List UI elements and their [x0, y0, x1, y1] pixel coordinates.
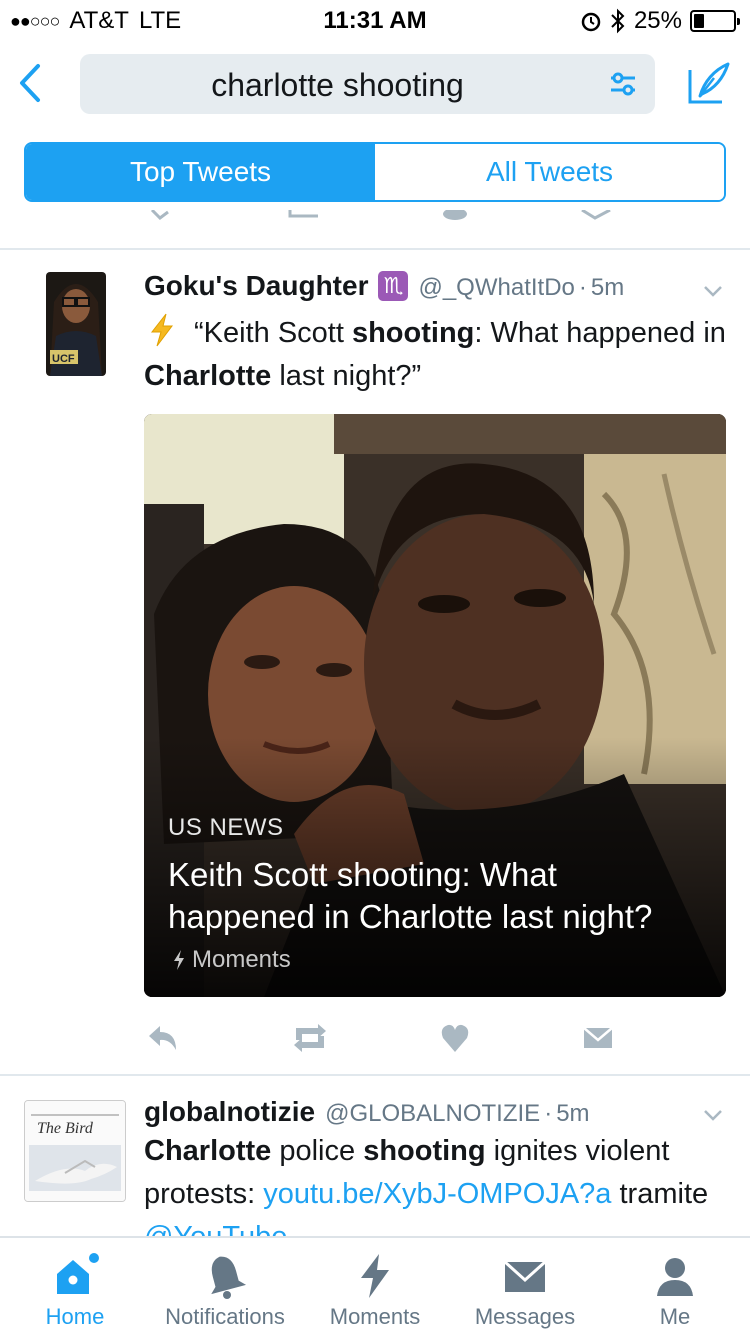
- tab-moments[interactable]: Moments: [300, 1238, 450, 1334]
- text-part: : What happened in: [474, 317, 726, 349]
- divider: [0, 248, 750, 250]
- tweet-time: 5m: [590, 274, 625, 301]
- tab-label: Notifications: [165, 1304, 285, 1329]
- tweet-actions: [144, 1020, 624, 1056]
- status-bar: ●●○○○ AT&T LTE 11:31 AM 25%: [0, 0, 750, 40]
- bottom-tab-bar: Home Notifications Moments Messages Me: [0, 1236, 750, 1334]
- card-headline: Keith Scott shooting: What happened in C…: [168, 856, 653, 935]
- alarm-icon: [581, 12, 601, 32]
- tab-notifications[interactable]: Notifications: [150, 1238, 300, 1334]
- lightning-emoji: [150, 313, 173, 347]
- tweet-header: globalnotizie @GLOBALNOTIZIE · 5m: [144, 1096, 730, 1128]
- card-category: US NEWS: [168, 814, 284, 841]
- search-header: charlotte shooting: [0, 40, 750, 128]
- lightning-icon: [174, 950, 184, 970]
- battery-fill: [694, 14, 704, 28]
- direct-message-icon[interactable]: [582, 1020, 614, 1056]
- tweet-filter-tabs: Top Tweets All Tweets: [24, 142, 726, 202]
- avatar[interactable]: UCF: [46, 272, 106, 376]
- text-part: police: [271, 1135, 364, 1167]
- text-part: tramite: [611, 1178, 709, 1210]
- highlighted-term: shooting: [363, 1135, 486, 1167]
- tab-label: Me: [659, 1304, 691, 1329]
- search-filter-icon[interactable]: [607, 68, 639, 100]
- scorpio-emoji: ♏: [378, 271, 409, 301]
- previous-tweet-actions: [0, 210, 750, 226]
- envelope-icon: [503, 1260, 547, 1292]
- battery-percent: 25%: [633, 7, 682, 34]
- card-source: Moments: [172, 946, 291, 974]
- tab-messages[interactable]: Messages: [450, 1238, 600, 1334]
- tweet-link[interactable]: youtu.be/XybJ-OMPOJA?a: [263, 1178, 611, 1210]
- tweet-time: 5m: [556, 1100, 590, 1127]
- svg-text:UCF: UCF: [52, 353, 75, 365]
- tweet-header: Goku's Daughter ♏ @_QWhatItDo · 5m: [144, 270, 730, 302]
- search-input[interactable]: charlotte shooting: [80, 54, 655, 114]
- home-icon: [57, 1253, 99, 1294]
- tab-home[interactable]: Home: [0, 1238, 150, 1334]
- avatar[interactable]: The Bird: [24, 1100, 126, 1202]
- compose-tweet-icon[interactable]: [684, 58, 732, 108]
- search-query: charlotte shooting: [211, 67, 464, 103]
- highlighted-term: Charlotte: [144, 1135, 272, 1167]
- moment-card[interactable]: US NEWS Keith Scott shooting: What happe…: [144, 414, 726, 997]
- person-icon: [657, 1258, 693, 1296]
- bell-icon: [211, 1256, 247, 1299]
- username[interactable]: @GLOBALNOTIZIE: [325, 1100, 540, 1128]
- tab-top-tweets[interactable]: Top Tweets: [26, 144, 375, 200]
- text-part: “Keith Scott: [194, 317, 352, 349]
- battery-icon: [690, 10, 740, 32]
- avatar-brand-text: The Bird: [37, 1120, 94, 1137]
- card-source-label: Moments: [192, 946, 291, 973]
- previous-tweet-action-icons: [150, 210, 611, 220]
- tab-label: Home: [45, 1304, 105, 1329]
- text-part: last night?”: [271, 360, 422, 392]
- display-name[interactable]: globalnotizie: [144, 1096, 315, 1128]
- tab-label: Moments: [329, 1304, 421, 1329]
- chevron-down-icon[interactable]: [702, 1104, 724, 1126]
- lightning-icon: [361, 1254, 389, 1298]
- retweet-icon[interactable]: [290, 1020, 330, 1056]
- back-arrow-icon[interactable]: [12, 58, 48, 108]
- tab-me[interactable]: Me: [600, 1238, 750, 1334]
- tab-label: Messages: [474, 1304, 576, 1329]
- tab-all-tweets[interactable]: All Tweets: [375, 144, 724, 200]
- reply-icon[interactable]: [146, 1020, 180, 1056]
- like-icon[interactable]: [440, 1020, 470, 1056]
- divider: [0, 1074, 750, 1076]
- separator-dot: ·: [578, 274, 587, 301]
- tweet-text: “Keith Scott shooting: What happened in …: [144, 312, 734, 398]
- highlighted-term: shooting: [351, 317, 475, 349]
- separator-dot: ·: [544, 1100, 553, 1127]
- bluetooth-icon: [611, 8, 625, 34]
- username[interactable]: @_QWhatItDo: [418, 274, 574, 302]
- display-name[interactable]: Goku's Daughter: [144, 270, 368, 302]
- chevron-down-icon[interactable]: [702, 280, 724, 302]
- highlighted-term: Charlotte: [144, 360, 272, 392]
- status-right: 25%: [580, 7, 740, 35]
